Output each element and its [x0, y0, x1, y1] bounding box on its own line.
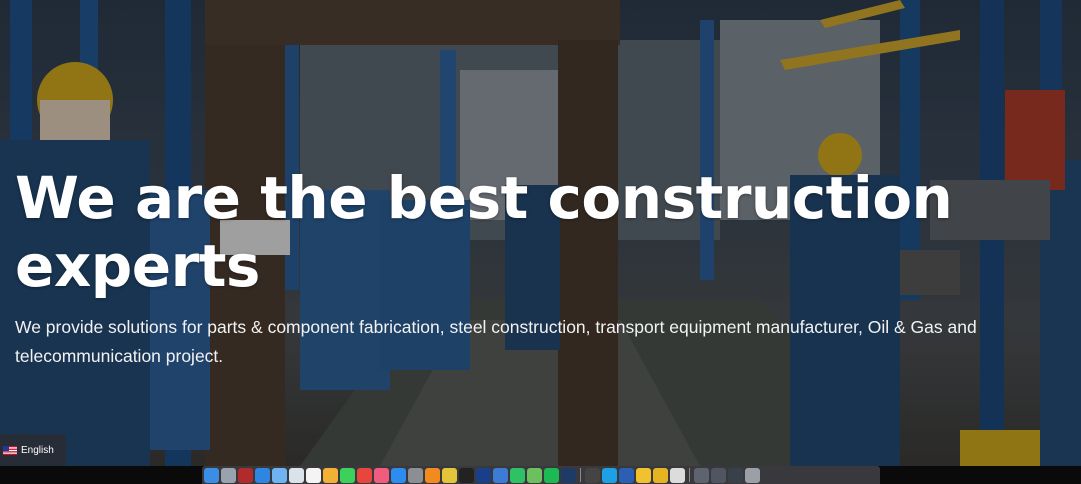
photoshop-icon[interactable]: [561, 467, 576, 483]
system-preferences-icon[interactable]: [408, 467, 423, 483]
hero-banner: We are the best construction experts We …: [0, 0, 1081, 466]
app-store-icon[interactable]: [391, 467, 406, 483]
language-label: English: [21, 444, 54, 456]
preview-icon[interactable]: [289, 467, 304, 483]
mail-icon[interactable]: [272, 467, 287, 483]
dock-separator: [689, 468, 690, 482]
language-selector[interactable]: English: [0, 434, 66, 466]
firefox-icon[interactable]: [425, 467, 440, 483]
sequel-pro-icon[interactable]: [653, 467, 668, 483]
hero-headline: We are the best construction experts: [15, 164, 953, 300]
chrome-icon[interactable]: [442, 467, 457, 483]
downloads-folder-icon[interactable]: [711, 467, 726, 483]
dock-separator: [580, 468, 581, 482]
trash-icon[interactable]: [745, 467, 760, 483]
cyberduck-icon[interactable]: [636, 467, 651, 483]
sourcetree-icon[interactable]: [476, 467, 491, 483]
photos-icon[interactable]: [323, 467, 338, 483]
macos-dock: [202, 466, 880, 484]
hero-subtext: We provide solutions for parts & compone…: [15, 317, 977, 366]
calendar-icon[interactable]: [306, 467, 321, 483]
messages-icon[interactable]: [340, 467, 355, 483]
safari-icon[interactable]: [255, 467, 270, 483]
word-icon[interactable]: [619, 467, 634, 483]
news-icon[interactable]: [357, 467, 372, 483]
finder-icon[interactable]: [204, 467, 219, 483]
spotify-icon[interactable]: [544, 467, 559, 483]
whatsapp-icon[interactable]: [510, 467, 525, 483]
window-preview-icon[interactable]: [728, 467, 743, 483]
activity-monitor-icon[interactable]: [585, 467, 600, 483]
screenshots-folder-icon[interactable]: [694, 467, 709, 483]
music-icon[interactable]: [374, 467, 389, 483]
maps-icon[interactable]: [527, 467, 542, 483]
photo-booth-icon[interactable]: [238, 467, 253, 483]
xcode-icon[interactable]: [493, 467, 508, 483]
documents-icon[interactable]: [670, 467, 685, 483]
terminal-icon[interactable]: [459, 467, 474, 483]
launchpad-icon[interactable]: [221, 467, 236, 483]
skype-icon[interactable]: [602, 467, 617, 483]
us-flag-icon: [3, 445, 17, 455]
